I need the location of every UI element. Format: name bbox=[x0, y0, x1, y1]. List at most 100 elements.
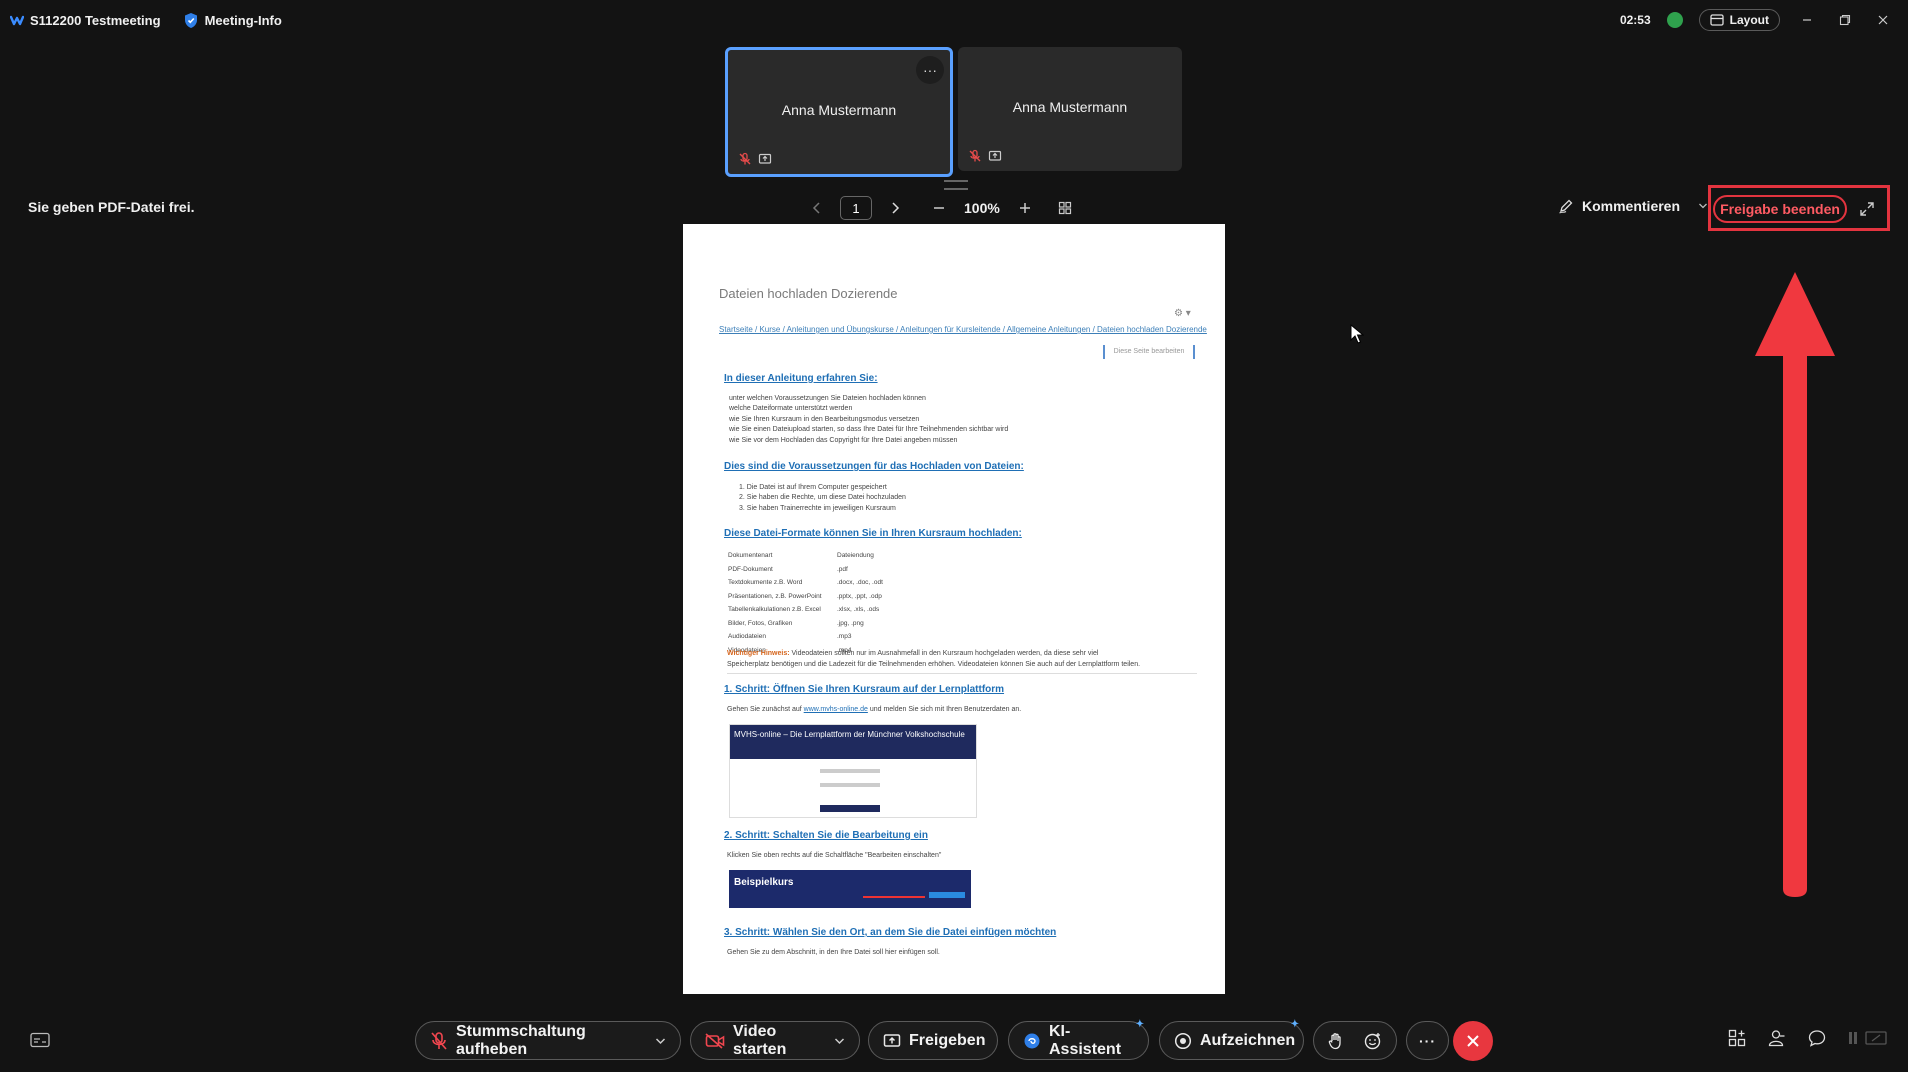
chevron-down-icon[interactable] bbox=[834, 1037, 845, 1045]
warning-label: Wichtiger Hinweis: bbox=[727, 650, 790, 657]
participant-name: Anna Mustermann bbox=[1012, 99, 1128, 115]
doc-text: und melden Sie sich mit Ihren Benutzerda… bbox=[867, 706, 1022, 713]
share-button[interactable]: Freigeben bbox=[868, 1021, 998, 1060]
table-row: Textdokumente z.B. Word .docx, .doc, .odt bbox=[727, 576, 945, 590]
breadcrumb: Startseite / Kurse / Anleitungen und Übu… bbox=[719, 325, 1207, 334]
table-cell: .jpg, .png bbox=[837, 619, 864, 627]
shared-pdf-page[interactable]: Dateien hochladen Dozierende ⚙ ▾ Startse… bbox=[683, 224, 1225, 994]
zoom-level: 100% bbox=[964, 200, 1000, 216]
doc-paragraph: Klicken Sie oben rechts auf die Schaltfl… bbox=[727, 852, 942, 859]
mic-muted-icon bbox=[968, 149, 982, 163]
green-status-icon[interactable] bbox=[1666, 12, 1683, 28]
participant-tile[interactable]: ··· Anna Mustermann bbox=[725, 47, 953, 177]
thumbnails-icon[interactable] bbox=[1058, 201, 1072, 215]
video-label: Video starten bbox=[733, 1022, 787, 1058]
list-item: welche Dateiformate unterstützt werden bbox=[729, 405, 853, 413]
doc-list: unter welchen Voraussetzungen Sie Dateie… bbox=[729, 394, 1008, 446]
participant-tile[interactable]: Anna Mustermann bbox=[958, 47, 1182, 171]
list-item: 3. Sie haben Trainerrechte im jeweiligen… bbox=[739, 504, 896, 512]
zoom-out-icon[interactable] bbox=[932, 201, 946, 215]
table-row: Tabellenkalkulationen z.B. Excel .xlsx, .… bbox=[727, 603, 945, 617]
table-cell: .pdf bbox=[837, 565, 848, 573]
doc-heading: 3. Schritt: Wählen Sie den Ort, an dem S… bbox=[724, 927, 1057, 938]
start-video-button[interactable]: Video starten bbox=[690, 1021, 860, 1060]
doc-list: 1. Die Datei ist auf Ihrem Computer gesp… bbox=[739, 483, 906, 514]
doc-heading: 1. Schritt: Öffnen Sie Ihren Kursraum au… bbox=[724, 684, 1005, 695]
next-page-icon[interactable] bbox=[890, 201, 900, 215]
resize-handle[interactable] bbox=[944, 180, 968, 190]
table-cell: Tabellenkalkulationen z.B. Excel bbox=[728, 606, 821, 613]
record-button[interactable]: Aufzeichnen ✦ bbox=[1159, 1019, 1304, 1060]
prev-page-icon[interactable] bbox=[812, 201, 822, 215]
share-status-text: Sie geben PDF-Datei frei. bbox=[28, 199, 195, 215]
shield-icon bbox=[183, 12, 199, 29]
table-cell: Audiodateien bbox=[728, 633, 766, 640]
captions-icon[interactable] bbox=[30, 1032, 50, 1048]
ai-assistant-button[interactable]: KI-Assistent ✦ bbox=[1008, 1019, 1149, 1060]
meeting-title: S112200 Testmeeting bbox=[30, 12, 161, 28]
meeting-info-label: Meeting-Info bbox=[204, 12, 282, 28]
chevron-down-icon[interactable] bbox=[655, 1037, 666, 1045]
list-item: 2. Sie haben die Rechte, um diese Datei … bbox=[739, 494, 906, 502]
raise-hand-icon[interactable] bbox=[1328, 1032, 1344, 1050]
image-caption: Beispielkurs bbox=[734, 877, 794, 888]
warning-text: Speicherplatz benötigen und die Ladezeit… bbox=[727, 661, 1141, 668]
arrow-annotation bbox=[1753, 272, 1837, 898]
stop-share-button[interactable]: Freigabe beenden bbox=[1713, 195, 1847, 223]
layout-label: Layout bbox=[1729, 13, 1769, 27]
page-number-input[interactable]: 1 bbox=[840, 196, 872, 220]
warning-text: Videodateien sollten nur im Ausnahmefall… bbox=[789, 650, 1099, 657]
participants-icon[interactable] bbox=[1768, 1029, 1786, 1047]
apps-icon[interactable] bbox=[1728, 1029, 1746, 1047]
record-icon bbox=[1174, 1032, 1192, 1050]
participant-name: Anna Mustermann bbox=[781, 102, 897, 118]
table-cell: Dokumentenart bbox=[728, 552, 773, 559]
chat-icon[interactable] bbox=[1808, 1029, 1826, 1047]
login-screenshot-image: MVHS-online – Die Lernplattform der Münc… bbox=[729, 724, 977, 818]
right-panel-controls bbox=[1728, 1029, 1888, 1047]
mic-muted-icon bbox=[430, 1031, 448, 1051]
doc-heading: In dieser Anleitung erfahren Sie: bbox=[724, 373, 878, 384]
course-screenshot-image: Beispielkurs bbox=[729, 870, 971, 908]
image-caption: MVHS-online – Die Lernplattform der Münc… bbox=[730, 725, 976, 759]
table-cell: PDF-Dokument bbox=[728, 565, 773, 573]
minimize-icon[interactable] bbox=[1796, 9, 1818, 31]
doc-title: Dateien hochladen Dozierende bbox=[719, 286, 898, 301]
list-item: wie Sie Ihren Kursraum in den Bearbeitun… bbox=[729, 415, 920, 423]
layout-button[interactable]: Layout bbox=[1698, 9, 1780, 31]
close-icon[interactable] bbox=[1872, 9, 1894, 31]
meeting-title-group[interactable]: S112200 Testmeeting bbox=[10, 13, 161, 28]
table-cell: .pptx, .ppt, .odp bbox=[837, 592, 882, 600]
restore-icon[interactable] bbox=[1834, 9, 1856, 31]
share-icon bbox=[883, 1033, 901, 1049]
doc-edit-button: Diese Seite bearbeiten bbox=[1103, 345, 1195, 359]
end-call-button[interactable] bbox=[1453, 1021, 1493, 1061]
reaction-icon[interactable] bbox=[1364, 1032, 1382, 1050]
doc-paragraph: Gehen Sie zu dem Abschnitt, in den Ihre … bbox=[727, 949, 940, 956]
more-icon[interactable]: ··· bbox=[916, 56, 944, 84]
webex-logo-icon bbox=[10, 13, 24, 27]
unmute-button[interactable]: Stummschaltung aufheben bbox=[415, 1021, 681, 1060]
chevron-down-icon[interactable] bbox=[1698, 202, 1708, 210]
table-cell: .docx, .doc, .odt bbox=[837, 579, 883, 586]
table-cell: Dateiendung bbox=[837, 552, 874, 559]
title-bar-left: S112200 Testmeeting Meeting-Info bbox=[10, 10, 282, 30]
divider bbox=[727, 673, 1197, 674]
annotate-label: Kommentieren bbox=[1582, 198, 1681, 214]
table-cell: Bilder, Fotos, Grafiken bbox=[728, 619, 793, 627]
more-options-button[interactable]: ··· bbox=[1406, 1021, 1449, 1060]
doc-text: Gehen Sie zunächst auf bbox=[727, 706, 804, 713]
doc-heading: Diese Datei-Formate können Sie in Ihren … bbox=[724, 528, 1022, 539]
reactions-group bbox=[1313, 1021, 1397, 1060]
pen-icon bbox=[1558, 198, 1574, 214]
zoom-in-icon[interactable] bbox=[1018, 201, 1032, 215]
table-cell: Textdokumente z.B. Word bbox=[728, 579, 803, 586]
format-table: Dokumentenart Dateiendung PDF-Dokument .pdf… bbox=[727, 549, 945, 657]
view-icon[interactable] bbox=[1848, 1030, 1888, 1046]
fullscreen-icon[interactable] bbox=[1858, 200, 1876, 218]
mic-muted-icon bbox=[738, 152, 752, 166]
table-header-row: Dokumentenart Dateiendung bbox=[727, 549, 945, 563]
annotate-button[interactable]: Kommentieren bbox=[1558, 198, 1708, 214]
pdf-controls: 1 100% bbox=[812, 196, 1072, 220]
meeting-info-button[interactable]: Meeting-Info bbox=[183, 12, 282, 29]
